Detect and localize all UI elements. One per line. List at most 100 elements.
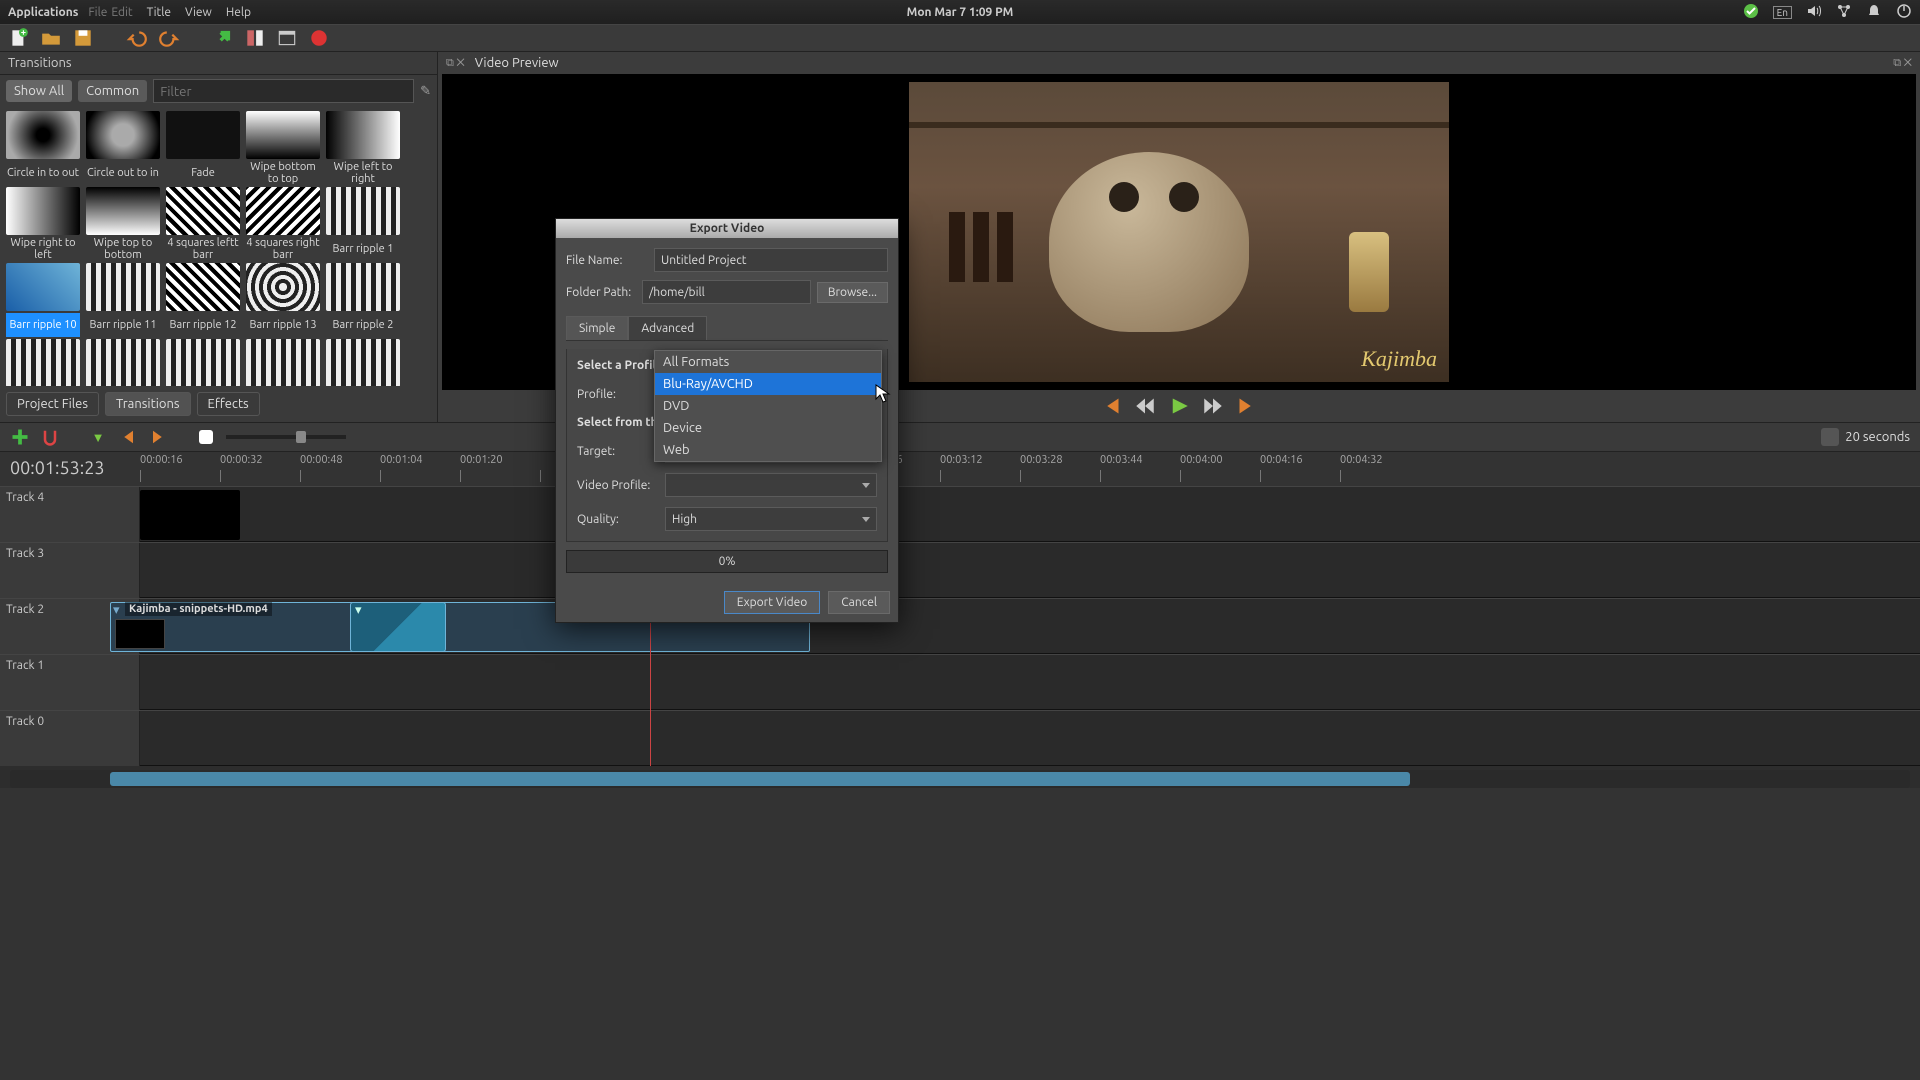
transition-item[interactable]: Wipe top to bottom (84, 187, 162, 261)
bell-icon[interactable] (1866, 3, 1882, 22)
common-tab[interactable]: Common (78, 80, 147, 102)
timeline-transition[interactable]: ▾ (350, 602, 446, 652)
dropdown-option[interactable]: Web (655, 439, 881, 461)
save-file-icon[interactable] (72, 27, 94, 49)
new-file-icon[interactable] (8, 27, 30, 49)
transition-item[interactable]: Barr ripple 13 (244, 263, 322, 337)
transition-item[interactable]: Circle out to in (84, 111, 162, 185)
transition-thumb (86, 339, 160, 386)
volume-icon[interactable] (1806, 3, 1822, 22)
timeline-ruler[interactable]: 00:01:53:23 00:00:1600:00:3200:00:4800:0… (0, 452, 1920, 486)
shield-icon[interactable] (1743, 3, 1759, 22)
prev-marker-icon[interactable] (118, 427, 138, 447)
track-body[interactable] (140, 711, 1920, 766)
menu-title[interactable]: Title (147, 6, 171, 19)
filename-input[interactable] (654, 248, 888, 272)
power-icon[interactable] (1896, 3, 1912, 22)
timeline-track[interactable]: Track 0 (0, 710, 1920, 766)
filter-input[interactable] (153, 79, 414, 103)
transition-item[interactable]: Wipe left to right (324, 111, 402, 185)
show-all-tab[interactable]: Show All (6, 80, 72, 102)
quality-select[interactable]: High (665, 507, 877, 531)
timeline-track[interactable]: Track 1 (0, 654, 1920, 710)
transition-label: Barr ripple 12 (169, 313, 236, 337)
timeline-toolbar: ▼ 20 seconds (0, 422, 1920, 452)
center-icon[interactable] (196, 427, 216, 447)
undo-icon[interactable] (126, 27, 148, 49)
profile-icon[interactable] (244, 27, 266, 49)
tab-project-files[interactable]: Project Files (6, 392, 99, 416)
system-top-bar: Applications File Edit Title View Help M… (0, 0, 1920, 24)
transition-item[interactable] (4, 339, 82, 386)
track-body[interactable]: ▾Kajimba - snippets-HD.mp4▾ (140, 599, 1920, 654)
dropdown-option[interactable]: Blu-Ray/AVCHD (655, 373, 881, 395)
snap-icon[interactable] (40, 427, 60, 447)
tab-transitions[interactable]: Transitions (105, 392, 191, 416)
transition-item[interactable]: Barr ripple 2 (324, 263, 402, 337)
transition-item[interactable]: Barr ripple 11 (84, 263, 162, 337)
cancel-button[interactable]: Cancel (828, 591, 890, 614)
fullscreen-icon[interactable] (276, 27, 298, 49)
jump-start-icon[interactable] (1101, 396, 1121, 416)
jump-end-icon[interactable] (1237, 396, 1257, 416)
timeline-track[interactable]: Track 2▾Kajimba - snippets-HD.mp4▾ (0, 598, 1920, 654)
transition-thumb (86, 263, 160, 311)
redo-icon[interactable] (158, 27, 180, 49)
profile-dropdown-list[interactable]: All FormatsBlu-Ray/AVCHDDVDDeviceWeb (654, 350, 882, 462)
timeline-clip[interactable] (140, 490, 240, 540)
transition-item[interactable] (324, 339, 402, 386)
browse-button[interactable]: Browse... (817, 282, 888, 303)
track-body[interactable] (140, 655, 1920, 710)
tab-advanced[interactable]: Advanced (628, 316, 707, 340)
detach-icon-right[interactable]: ⧉ ✕ (1893, 57, 1912, 70)
left-bottom-tabs: Project Files Transitions Effects (0, 386, 437, 422)
dropdown-option[interactable]: Device (655, 417, 881, 439)
export-icon[interactable] (308, 27, 330, 49)
dropdown-option[interactable]: All Formats (655, 351, 881, 373)
system-tray: En (1743, 3, 1912, 22)
track-body[interactable] (140, 487, 1920, 542)
transition-item[interactable]: Wipe right to left (4, 187, 82, 261)
menu-edit[interactable]: Edit (111, 6, 132, 19)
rewind-icon[interactable] (1135, 396, 1155, 416)
detach-icon[interactable]: ⧉ ✕ (446, 57, 465, 70)
track-body[interactable] (140, 543, 1920, 598)
transition-item[interactable]: Barr ripple 12 (164, 263, 242, 337)
play-icon[interactable] (1169, 396, 1189, 416)
forward-icon[interactable] (1203, 396, 1223, 416)
open-file-icon[interactable] (40, 27, 62, 49)
import-icon[interactable] (212, 27, 234, 49)
transition-item[interactable]: Circle in to out (4, 111, 82, 185)
timeline-track[interactable]: Track 3 (0, 542, 1920, 598)
network-icon[interactable] (1836, 3, 1852, 22)
menu-file[interactable]: File (88, 6, 107, 19)
clear-filter-icon[interactable]: ✎ (420, 84, 431, 99)
lang-indicator[interactable]: En (1773, 6, 1792, 19)
dropdown-option[interactable]: DVD (655, 395, 881, 417)
duration-chip-icon[interactable] (1821, 428, 1839, 446)
transition-label: Barr ripple 13 (249, 313, 316, 337)
transition-item[interactable]: Barr ripple 10 (4, 263, 82, 337)
transition-item[interactable]: Barr ripple 1 (324, 187, 402, 261)
transition-item[interactable] (84, 339, 162, 386)
video-profile-select[interactable] (665, 473, 877, 497)
applications-menu[interactable]: Applications (8, 6, 78, 19)
menu-view[interactable]: View (185, 6, 212, 19)
transition-item[interactable] (244, 339, 322, 386)
tab-effects[interactable]: Effects (197, 392, 260, 416)
next-marker-icon[interactable] (148, 427, 168, 447)
timeline-track[interactable]: Track 4 (0, 486, 1920, 542)
transition-item[interactable]: Fade (164, 111, 242, 185)
transition-item[interactable]: 4 squares leftt barr (164, 187, 242, 261)
timeline-scrollbar[interactable] (10, 770, 1910, 788)
menu-help[interactable]: Help (226, 6, 251, 19)
folder-input[interactable] (642, 280, 811, 304)
transition-item[interactable]: Wipe bottom to top (244, 111, 322, 185)
tab-simple[interactable]: Simple (566, 316, 628, 340)
add-track-icon[interactable] (10, 427, 30, 447)
zoom-slider[interactable] (226, 435, 346, 439)
marker-icon[interactable]: ▼ (88, 427, 108, 447)
transition-item[interactable] (164, 339, 242, 386)
transition-item[interactable]: 4 squares right barr (244, 187, 322, 261)
export-video-button[interactable]: Export Video (724, 591, 821, 614)
